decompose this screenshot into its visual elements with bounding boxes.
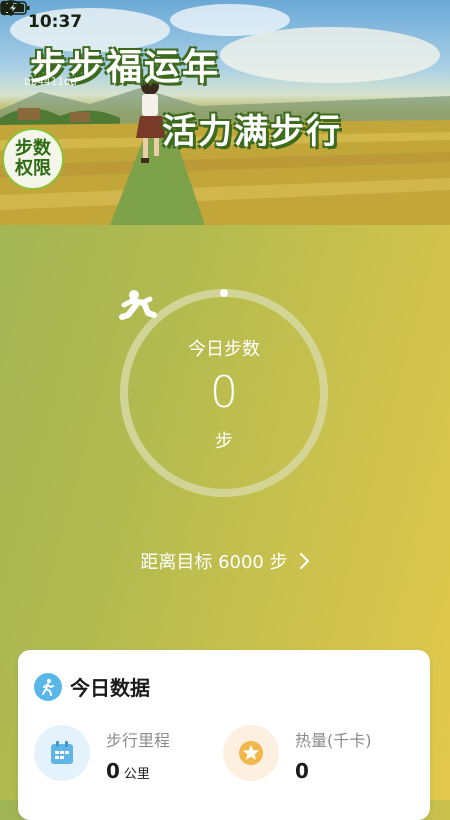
star-medal-icon <box>223 725 279 781</box>
banner-id-text: bb4411dd <box>24 75 77 88</box>
today-steps-label: 今日步数 <box>188 339 260 360</box>
calories-value-row: 0 <box>295 759 372 783</box>
goal-text: 距离目标 6000 步 <box>140 552 288 573</box>
distance-label: 步行里程 <box>106 731 171 750</box>
header-banner: 10:37 步步福运年 bb4411dd 活力满步行 步数 权限 <box>0 0 450 225</box>
steps-unit: 步 <box>215 431 233 452</box>
calories-value: 0 <box>295 759 309 783</box>
distance-unit: 公里 <box>123 767 150 782</box>
step-permission-button[interactable]: 步数 权限 <box>2 128 64 190</box>
distance-value: 0 <box>106 759 120 783</box>
calories-stat: 热量(千卡) 0 <box>223 725 372 783</box>
step-progress-ring[interactable]: 今日步数 0 步 <box>118 287 330 499</box>
walking-icon <box>34 672 62 701</box>
battery-charging-icon <box>0 1 30 15</box>
banner-subtitle: 活力满步行 <box>162 112 342 152</box>
runner-icon <box>119 290 157 320</box>
goal-link[interactable]: 距离目标 6000 步 <box>0 548 450 574</box>
distance-stat: 步行里程 0 公里 <box>34 725 170 783</box>
today-steps-value: 0 <box>210 367 238 418</box>
status-time: 10:37 <box>28 12 83 32</box>
chevron-right-icon <box>299 552 309 570</box>
distance-value-row: 0 公里 <box>106 759 170 783</box>
calendar-icon <box>34 725 90 781</box>
card-title: 今日数据 <box>70 676 150 700</box>
today-data-card: 今日数据 步行里程 0 公里 热量(千卡) 0 <box>18 650 430 820</box>
card-header: 今日数据 <box>34 672 150 701</box>
calories-label: 热量(千卡) <box>295 731 372 750</box>
